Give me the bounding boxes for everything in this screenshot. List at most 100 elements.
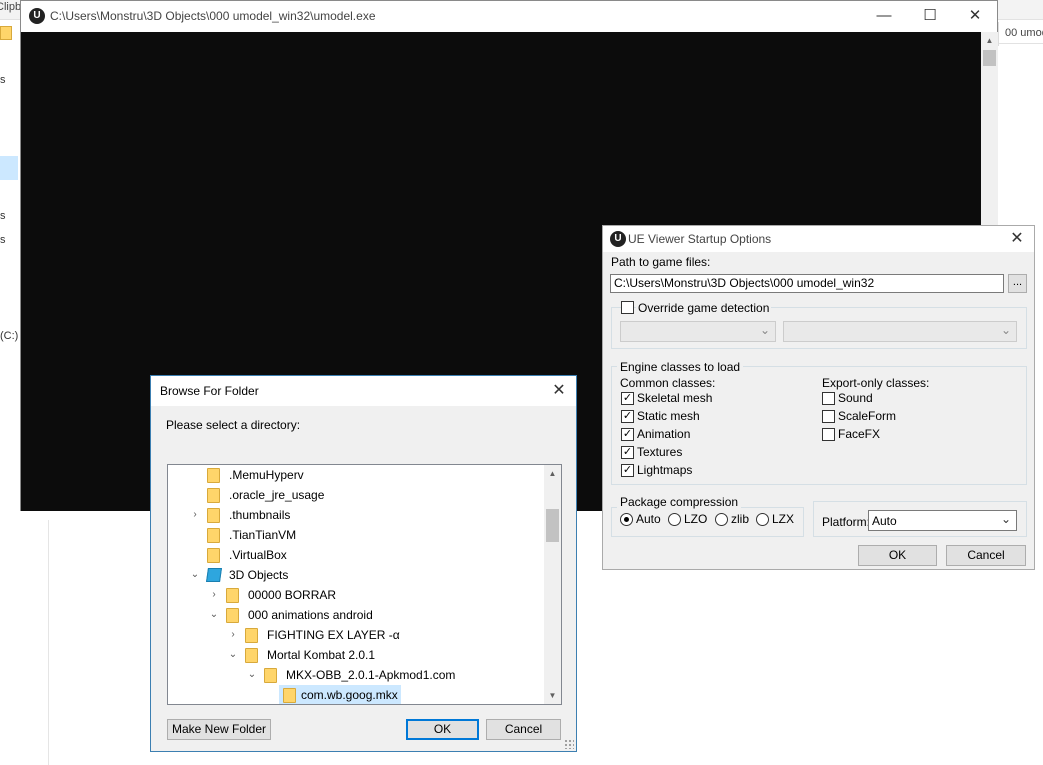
tree-item[interactable]: .MemuHyperv	[168, 465, 544, 485]
chevron-down-icon[interactable]: ⌄	[247, 665, 257, 685]
tree-item[interactable]: ⌄ 3D Objects	[168, 565, 544, 585]
class-checkbox[interactable]	[822, 428, 835, 441]
tree-item-label: .MemuHyperv	[229, 468, 304, 482]
compression-option-label: LZX	[772, 512, 795, 526]
column-header-text: 00 umod	[1005, 27, 1043, 39]
ueopt-title: UE Viewer Startup Options	[628, 232, 772, 246]
path-input[interactable]: C:\Users\Monstru\3D Objects\000 umodel_w…	[610, 274, 1004, 293]
make-new-folder-button[interactable]: Make New Folder	[167, 719, 271, 740]
scroll-thumb[interactable]	[983, 50, 996, 66]
class-label: ScaleForm	[838, 409, 897, 423]
class-label: Textures	[637, 445, 683, 459]
class-label: Skeletal mesh	[637, 391, 713, 405]
folder-icon	[207, 548, 220, 563]
platform-value: Auto	[872, 514, 897, 528]
override-checkbox[interactable]	[621, 301, 634, 314]
browse-path-button[interactable]: ...	[1008, 274, 1027, 293]
tree-item-label: MKX-OBB_2.0.1-Apkmod1.com	[286, 668, 456, 682]
class-checkbox[interactable]: ✓	[621, 410, 634, 423]
class-label: Animation	[637, 427, 691, 441]
tree-item[interactable]: › FIGHTING EX LAYER -α	[168, 625, 544, 645]
compression-option-label: zlib	[731, 512, 750, 526]
compression-radio[interactable]	[668, 513, 681, 526]
tree-item-label: 00000 BORRAR	[248, 588, 337, 602]
class-label: Sound	[838, 391, 873, 405]
tree-item[interactable]: ⌄ Mortal Kombat 2.0.1	[168, 645, 544, 665]
browse-for-folder-dialog: Browse For Folder ✕ Please select a dire…	[150, 375, 577, 752]
class-label: Lightmaps	[637, 463, 693, 477]
compression-label: Package compression	[617, 495, 742, 509]
compression-radio[interactable]	[715, 513, 728, 526]
chevron-right-icon[interactable]: ›	[228, 625, 238, 645]
chevron-down-icon[interactable]: ⌄	[228, 645, 238, 665]
folder-icon	[207, 488, 220, 503]
game-combo: ⌄	[620, 321, 776, 342]
class-checkbox[interactable]	[822, 392, 835, 405]
resize-grip[interactable]	[564, 739, 574, 749]
scroll-thumb[interactable]	[546, 509, 559, 542]
class-checkbox[interactable]: ✓	[621, 392, 634, 405]
class-checkbox[interactable]: ✓	[621, 446, 634, 459]
nav-drive-c[interactable]: (C:)	[0, 330, 18, 342]
platform-select[interactable]: Auto ⌄	[868, 510, 1017, 531]
tree-item[interactable]: › .thumbnails	[168, 505, 544, 525]
folder-icon	[245, 628, 258, 643]
chevron-right-icon[interactable]: ›	[209, 585, 219, 605]
tree-item[interactable]: com.wb.goog.mkx	[168, 685, 544, 704]
tree-item[interactable]: .oracle_jre_usage	[168, 485, 544, 505]
ok-button[interactable]: OK	[858, 545, 937, 566]
chevron-down-icon[interactable]: ⌄	[190, 565, 200, 585]
compression-radio[interactable]	[620, 513, 633, 526]
console-titlebar[interactable]: U C:\Users\Monstru\3D Objects\000 umodel…	[21, 1, 997, 31]
folder-icon	[0, 26, 12, 40]
folder-icon	[226, 608, 239, 623]
platform-label: Platform:	[822, 515, 871, 529]
scroll-up-icon[interactable]: ▲	[544, 465, 561, 482]
browse-prompt: Please select a directory:	[166, 418, 301, 432]
divider	[998, 22, 999, 46]
ueopt-titlebar[interactable]: U UE Viewer Startup Options ✕	[603, 226, 1034, 252]
export-classes-label: Export-only classes:	[822, 376, 930, 390]
nav-fragment: s	[0, 234, 6, 246]
tree-item-label: Mortal Kombat 2.0.1	[267, 648, 376, 662]
pane-divider	[48, 520, 49, 765]
ok-button[interactable]: OK	[406, 719, 479, 740]
close-button[interactable]: ✕	[1000, 226, 1034, 252]
3d-objects-icon	[206, 568, 222, 582]
tree-scrollbar[interactable]: ▲ ▼	[544, 465, 561, 704]
tree-item[interactable]: › 00000 BORRAR	[168, 585, 544, 605]
tree-item[interactable]: ⌄ 000 animations android	[168, 605, 544, 625]
chevron-down-icon[interactable]: ⌄	[209, 605, 219, 625]
compression-radio[interactable]	[756, 513, 769, 526]
tree-item[interactable]: ⌄ MKX-OBB_2.0.1-Apkmod1.com	[168, 665, 544, 685]
class-label: Static mesh	[637, 409, 700, 423]
tree-item-label: .VirtualBox	[229, 548, 287, 562]
maximize-button[interactable]: ☐	[907, 1, 953, 31]
close-button[interactable]: ✕	[952, 1, 998, 31]
chevron-down-icon: ⌄	[1000, 323, 1011, 337]
folder-tree[interactable]: .MemuHyperv .oracle_jre_usage › .thumbnails…	[167, 464, 562, 705]
clipboard-label: Clipb	[0, 1, 22, 13]
chevron-right-icon[interactable]: ›	[190, 505, 200, 525]
compression-option-label: LZO	[684, 512, 708, 526]
chevron-down-icon: ⌄	[1000, 512, 1011, 526]
class-checkbox[interactable]: ✓	[621, 428, 634, 441]
tree-item[interactable]: .VirtualBox	[168, 545, 544, 565]
path-label: Path to game files:	[611, 255, 711, 269]
class-checkbox[interactable]	[822, 410, 835, 423]
cancel-button[interactable]: Cancel	[486, 719, 561, 740]
tree-item[interactable]: .TianTianVM	[168, 525, 544, 545]
tree-item-label: 000 animations android	[248, 608, 373, 622]
class-checkbox[interactable]: ✓	[621, 464, 634, 477]
minimize-button[interactable]: —	[861, 1, 907, 31]
scroll-down-icon[interactable]: ▼	[544, 687, 561, 704]
tree-item-label: 3D Objects	[229, 568, 289, 582]
browse-titlebar[interactable]: Browse For Folder ✕	[151, 376, 576, 406]
close-button[interactable]: ✕	[542, 376, 576, 406]
tree-item-label: .TianTianVM	[229, 528, 297, 542]
cancel-button[interactable]: Cancel	[946, 545, 1026, 566]
scroll-up-icon[interactable]: ▲	[981, 32, 998, 49]
nav-selection	[0, 156, 18, 180]
